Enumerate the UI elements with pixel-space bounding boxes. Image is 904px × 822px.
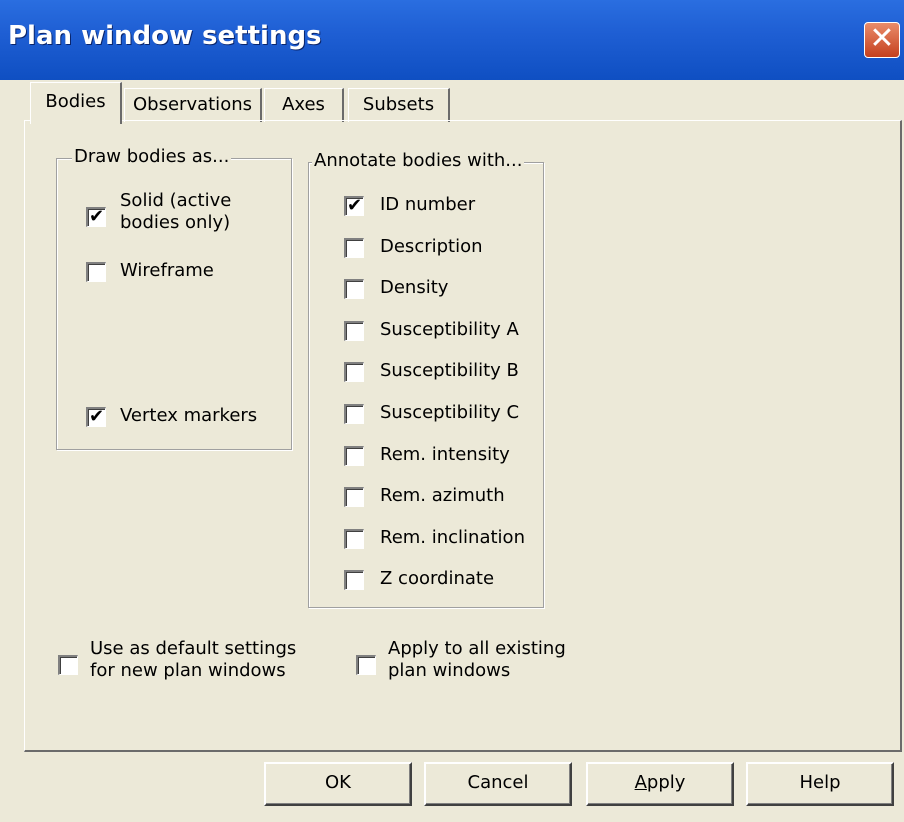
vertex-markers-label: Vertex markers	[120, 405, 258, 426]
window-title: Plan window settings	[8, 21, 322, 51]
close-icon: ✕	[869, 21, 895, 56]
rem-inclination-checkbox[interactable]	[344, 529, 364, 549]
default-settings-checkbox[interactable]	[58, 655, 78, 675]
vertex-markers-checkbox[interactable]: ✔	[86, 407, 106, 427]
z-coordinate-checkbox[interactable]	[344, 570, 364, 590]
help-button-label: Help	[799, 772, 841, 793]
susceptibility-c-checkbox[interactable]	[344, 404, 364, 424]
id-number-checkbox[interactable]: ✔	[344, 196, 364, 216]
tab-axes-label: Axes	[282, 94, 325, 115]
description-checkbox[interactable]	[344, 238, 364, 258]
rem-azimuth-label: Rem. azimuth	[380, 485, 505, 506]
tab-axes[interactable]: Axes	[264, 88, 344, 122]
default-settings-label-line2: for new plan windows	[90, 660, 286, 681]
default-settings-label-line1: Use as default settings	[90, 638, 297, 659]
susceptibility-a-checkbox[interactable]	[344, 321, 364, 341]
susceptibility-b-checkbox[interactable]	[344, 362, 364, 382]
id-number-label: ID number	[380, 194, 476, 215]
solid-label-line2: bodies only)	[120, 212, 231, 233]
cancel-button-label: Cancel	[467, 772, 529, 793]
check-icon: ✔	[88, 206, 105, 227]
rem-intensity-checkbox[interactable]	[344, 446, 364, 466]
apply-all-checkbox[interactable]	[356, 655, 376, 675]
help-button[interactable]: Help	[746, 762, 894, 806]
apply-button-label: pply	[646, 772, 686, 793]
susceptibility-a-label: Susceptibility A	[380, 319, 519, 340]
density-label: Density	[380, 277, 449, 298]
apply-all-label-line1: Apply to all existing	[388, 638, 566, 659]
tab-bodies-label: Bodies	[45, 91, 106, 112]
ok-button-label: OK	[325, 772, 351, 793]
description-label: Description	[380, 236, 483, 257]
rem-intensity-label: Rem. intensity	[380, 444, 510, 465]
wireframe-checkbox[interactable]	[86, 262, 106, 282]
ok-button[interactable]: OK	[264, 762, 412, 806]
tab-subsets[interactable]: Subsets	[348, 88, 450, 122]
title-bar: Plan window settings ✕	[0, 0, 904, 80]
apply-button-mnemonic: A	[634, 772, 647, 793]
cancel-button[interactable]: Cancel	[424, 762, 572, 806]
apply-all-label-line2: plan windows	[388, 660, 511, 681]
tab-subsets-label: Subsets	[362, 94, 435, 115]
tab-bodies[interactable]: Bodies	[30, 82, 122, 124]
wireframe-label: Wireframe	[120, 260, 214, 281]
solid-label-line1: Solid (active	[120, 190, 232, 211]
tab-observations[interactable]: Observations	[124, 88, 262, 122]
check-icon: ✔	[346, 195, 363, 216]
default-settings-label: Use as default settings for new plan win…	[90, 638, 296, 682]
apply-all-label: Apply to all existing plan windows	[388, 638, 566, 682]
solid-label: Solid (active bodies only)	[120, 190, 231, 234]
close-button[interactable]: ✕	[864, 22, 900, 58]
tab-observations-label: Observations	[133, 94, 252, 115]
check-icon: ✔	[88, 406, 105, 427]
rem-inclination-label: Rem. inclination	[380, 527, 525, 548]
solid-checkbox[interactable]: ✔	[86, 207, 106, 227]
susceptibility-b-label: Susceptibility B	[380, 360, 519, 381]
rem-azimuth-checkbox[interactable]	[344, 487, 364, 507]
draw-bodies-group-title: Draw bodies as...	[72, 146, 232, 167]
z-coordinate-label: Z coordinate	[380, 568, 495, 589]
annotate-bodies-group-title: Annotate bodies with...	[312, 150, 525, 171]
apply-button[interactable]: Apply	[586, 762, 734, 806]
density-checkbox[interactable]	[344, 279, 364, 299]
susceptibility-c-label: Susceptibility C	[380, 402, 520, 423]
